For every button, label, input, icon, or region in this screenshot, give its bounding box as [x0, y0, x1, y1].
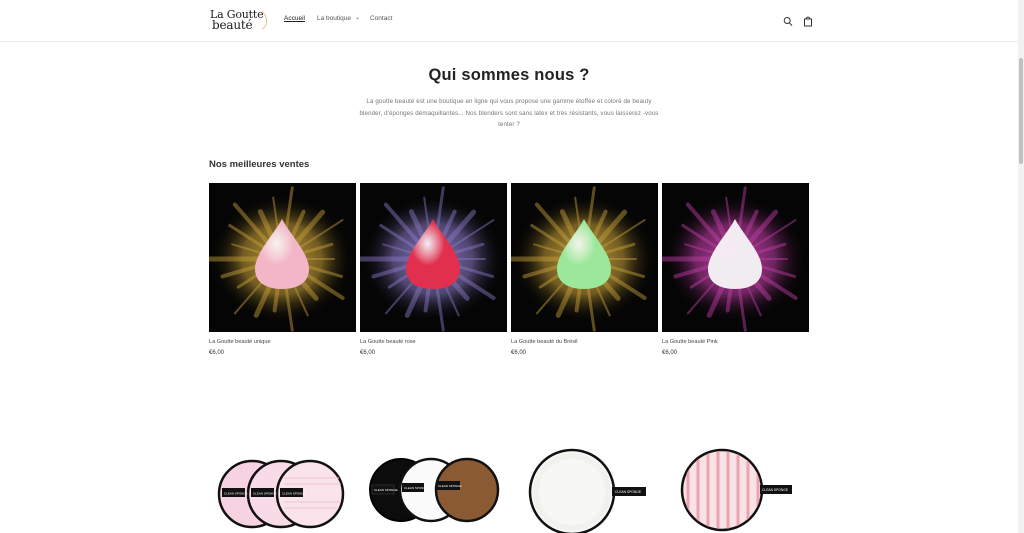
product-card[interactable]: La Goutte beauté du Brésil €6,00 [511, 183, 658, 356]
nav-contact[interactable]: Contact [370, 15, 392, 22]
pad-label: CLEAN SPONGE [404, 486, 428, 490]
product-card[interactable]: La Goutte beauté unique €6,00 [209, 183, 356, 356]
product-image-pads-dark-set[interactable]: CLEAN SPONGE CLEAN SPONGE CLEAN SPONGE [360, 444, 507, 533]
search-icon[interactable] [783, 14, 793, 26]
product-image[interactable] [662, 183, 809, 332]
pad-label: CLEAN SPONGE [374, 488, 398, 492]
product-image-pad-striped[interactable]: CLEAN SPONGE [662, 444, 809, 533]
product-image-pads-pink-set[interactable]: CLEAN SPONGE CLEAN SPONGE CLEAN SPONGE [209, 444, 356, 533]
intro-text: La goutte beauté est une boutique en lig… [359, 98, 659, 129]
logo-drop-icon [261, 10, 267, 30]
pad-label: CLEAN SPONGE [438, 484, 462, 488]
product-price: €6,00 [360, 350, 376, 356]
pad-label: CLEAN SPONGE [615, 490, 642, 494]
pad-label: CLEAN SPONGE [253, 492, 277, 496]
site-header: La Goutte beauté Accueil La boutique ⌄ C… [0, 0, 1018, 42]
intro-title: Qui sommes nous ? [428, 66, 590, 84]
product-image[interactable] [360, 183, 507, 332]
product-image-pad-white[interactable]: CLEAN SPONGE [511, 444, 658, 533]
product-price: €6,00 [511, 350, 527, 356]
site-logo[interactable]: La Goutte beauté [210, 8, 270, 32]
nav-home[interactable]: Accueil [284, 15, 305, 22]
product-price: €6,00 [209, 350, 225, 356]
product-card[interactable]: La Goutte beauté Pink €6,00 [662, 183, 809, 356]
pad-label: CLEAN SPONGE [224, 492, 248, 496]
chevron-down-icon: ⌄ [354, 15, 360, 21]
product-card[interactable]: La Goutte beauté rose €6,00 [360, 183, 507, 356]
product-name[interactable]: La Goutte beauté unique [209, 339, 356, 345]
product-price: €6,00 [662, 350, 678, 356]
cart-icon[interactable] [803, 14, 813, 27]
header-icons [783, 14, 813, 27]
nav-shop-label: La boutique [316, 15, 351, 22]
main-nav: Accueil La boutique ⌄ Contact [284, 15, 392, 22]
bestsellers-title: Nos meilleures ventes [209, 159, 310, 170]
page-scrollbar-thumb[interactable] [1019, 58, 1023, 164]
product-name[interactable]: La Goutte beauté Pink [662, 339, 809, 345]
pad-label: CLEAN SPONGE [282, 492, 306, 496]
product-image[interactable] [209, 183, 356, 332]
product-name[interactable]: La Goutte beauté rose [360, 339, 507, 345]
product-name[interactable]: La Goutte beauté du Brésil [511, 339, 658, 345]
pad-label: CLEAN SPONGE [762, 488, 789, 492]
product-image[interactable] [511, 183, 658, 332]
nav-shop[interactable]: La boutique ⌄ [317, 15, 360, 22]
